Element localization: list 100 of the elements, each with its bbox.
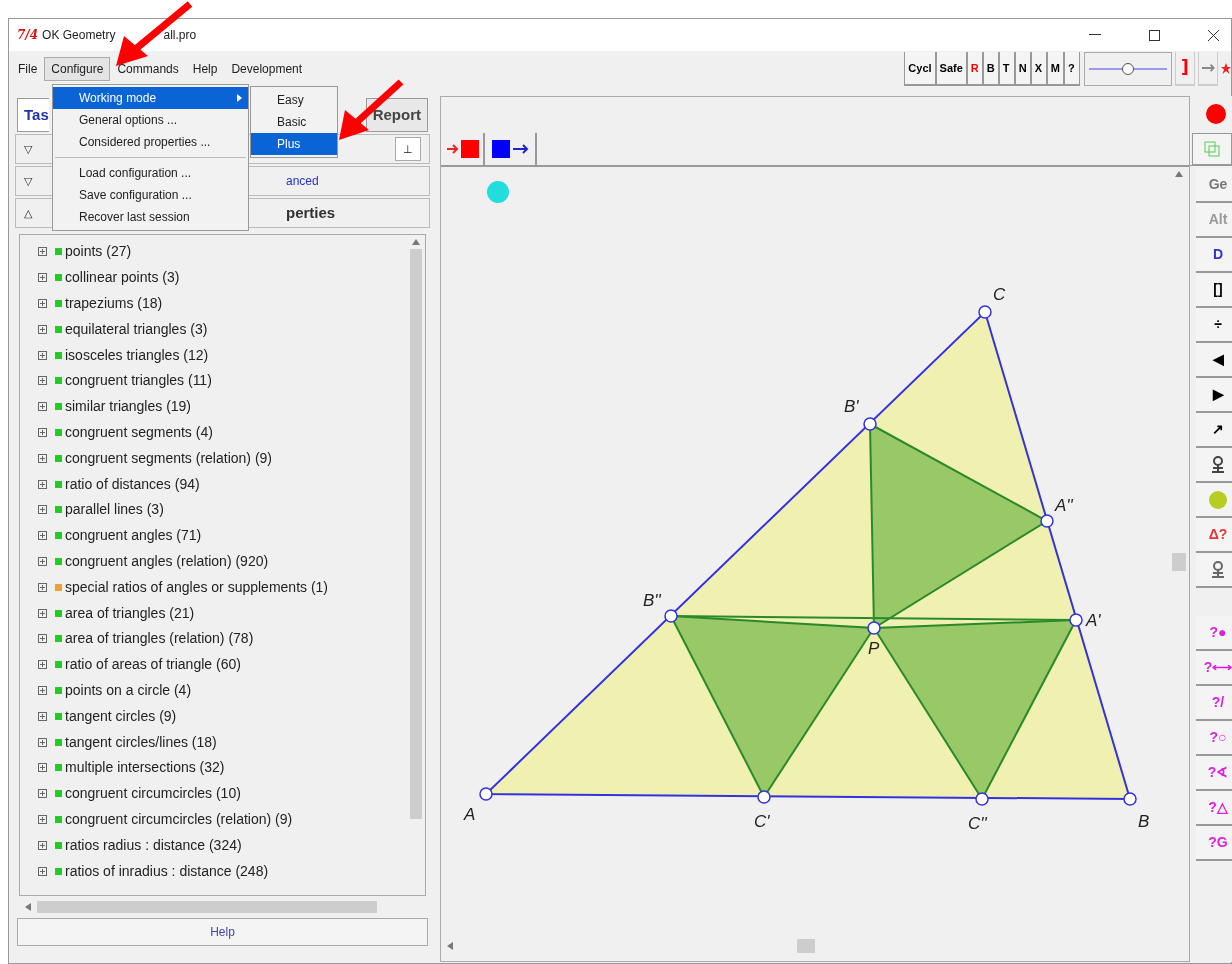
point[interactable] [1123,792,1137,806]
tree-item[interactable]: ratios of inradius : distance (248) [65,860,269,882]
tree-item[interactable]: congruent circumcircles (10) [65,783,241,805]
toolbar-button[interactable]: ?G [1196,826,1232,861]
tree-item[interactable]: isosceles triangles (12) [65,344,209,366]
toolbar-button[interactable]: ◀ [1196,343,1232,378]
tree-item[interactable]: special ratios of angles or supplements (1) [65,576,329,598]
slider[interactable] [1084,52,1172,86]
toggle-icon[interactable]: ▽ [24,140,32,158]
menu-item[interactable]: Considered properties ... [53,131,248,153]
toolbar-button[interactable]: Δ? [1196,518,1232,553]
tree-item[interactable]: congruent angles (71) [65,525,202,547]
menu-item[interactable]: File [11,57,45,81]
slider-thumb[interactable] [1122,63,1134,75]
tree-item[interactable]: parallel lines (3) [65,499,164,521]
point[interactable] [479,787,493,801]
expand-icon[interactable] [38,453,47,463]
tree-item[interactable]: tangent circles (9) [65,705,177,727]
minimize-icon[interactable] [1089,34,1101,36]
tree-item[interactable]: multiple intersections (32) [65,757,225,779]
expand-icon[interactable] [38,299,47,308]
point[interactable] [978,305,992,319]
point[interactable] [863,417,877,431]
toolbar-button[interactable]: D [1196,238,1232,273]
menu-item[interactable]: Commands [110,57,186,81]
tree-item[interactable]: congruent segments (relation) (9) [65,447,272,469]
expand-icon[interactable] [38,324,47,334]
expand-icon[interactable] [38,789,47,799]
toolbar-button[interactable]: ↗ [1196,413,1232,448]
toggle-icon[interactable]: ▽ [24,172,32,190]
expand-icon[interactable] [38,866,47,876]
tree-item[interactable]: equilateral triangles (3) [65,318,208,340]
toolbar-button[interactable]: ? [1064,52,1080,86]
expand-icon[interactable] [38,711,47,721]
point[interactable] [975,792,989,806]
scroll-left-icon[interactable] [25,903,31,911]
expand-icon[interactable] [38,840,47,850]
point[interactable] [1040,514,1054,528]
toolbar-button[interactable]: Ge [1196,168,1232,203]
scroll-thumb[interactable] [410,249,422,819]
menu-item[interactable]: General options ... [53,109,248,131]
tree-item[interactable]: congruent angles (relation) (920) [65,550,269,572]
icon-button[interactable] [1196,448,1232,483]
tree-item[interactable]: area of triangles (relation) (78) [65,628,254,650]
shapes-button[interactable] [1192,132,1232,165]
tree-item[interactable]: area of triangles (21) [65,602,195,624]
tree-item[interactable]: congruent circumcircles (relation) (9) [65,808,293,830]
expand-icon[interactable] [38,608,47,618]
expand-icon[interactable] [38,479,47,489]
menu-item[interactable]: Help [185,57,225,81]
menu-item[interactable]: Load configuration ... [53,162,248,184]
scroll-thumb[interactable] [37,901,377,913]
tree-item[interactable]: points (27) [65,241,132,263]
expand-icon[interactable] [38,660,47,670]
scroll-left-icon[interactable] [447,942,453,950]
toolbar-button[interactable]: ▶ [1196,378,1232,413]
toolbar-button[interactable]: ?○ [1196,721,1232,756]
tree-item[interactable]: points on a circle (4) [65,679,192,701]
point[interactable] [867,621,881,635]
expand-icon[interactable] [38,350,47,360]
toolbar-button[interactable]: ?∢ [1196,756,1232,791]
toolbar-button[interactable]: ?⟷ [1196,651,1232,686]
expand-icon[interactable] [38,376,47,386]
expand-icon[interactable] [38,273,47,283]
tree-item[interactable]: ratio of distances (94) [65,473,200,495]
tree-item[interactable]: tangent circles/lines (18) [65,731,217,753]
menu-item[interactable]: Development [224,57,310,81]
toolbar-button[interactable]: ?/ [1196,686,1232,721]
expand-icon[interactable] [38,505,47,515]
tree-item[interactable]: congruent triangles (11) [65,370,212,392]
expand-icon[interactable] [38,402,47,412]
point[interactable] [1069,613,1083,627]
toolbar-button[interactable]: ?△ [1196,791,1232,826]
tree-item[interactable]: ratio of areas of triangle (60) [65,654,241,676]
toggle-icon[interactable]: △ [24,204,32,222]
point[interactable] [664,609,678,623]
record-icon[interactable] [1206,104,1226,124]
menu-item[interactable]: Save configuration ... [53,184,248,206]
expand-icon[interactable] [38,247,47,257]
tree-item[interactable]: similar triangles (19) [65,396,192,418]
scroll-up-icon[interactable] [1175,171,1183,177]
expand-icon[interactable] [38,556,47,566]
expand-icon[interactable] [38,763,47,773]
submenu-item[interactable]: Basic [251,111,337,133]
expand-icon[interactable] [38,582,47,592]
toolbar-button[interactable]: Safe [935,52,967,86]
expand-icon[interactable] [38,427,47,437]
menu-item[interactable]: Configure [44,57,111,81]
tree-item[interactable]: trapeziums (18) [65,293,163,314]
expand-icon[interactable] [38,814,47,824]
toolbar-button[interactable]: Cycl [904,52,936,86]
tree-item[interactable]: collinear points (3) [65,267,180,289]
expand-icon[interactable] [38,531,47,541]
toolbar-button[interactable]: ] [1175,52,1195,86]
close-icon[interactable] [1208,29,1219,41]
tree-item[interactable]: ratios radius : distance (324) [65,834,242,856]
panel-tab[interactable]: Tas [17,98,49,132]
tree-item[interactable]: congruent segments (4) [65,421,213,443]
submenu-item[interactable]: Easy [251,89,337,111]
menu-item[interactable]: Working mode [53,87,248,109]
